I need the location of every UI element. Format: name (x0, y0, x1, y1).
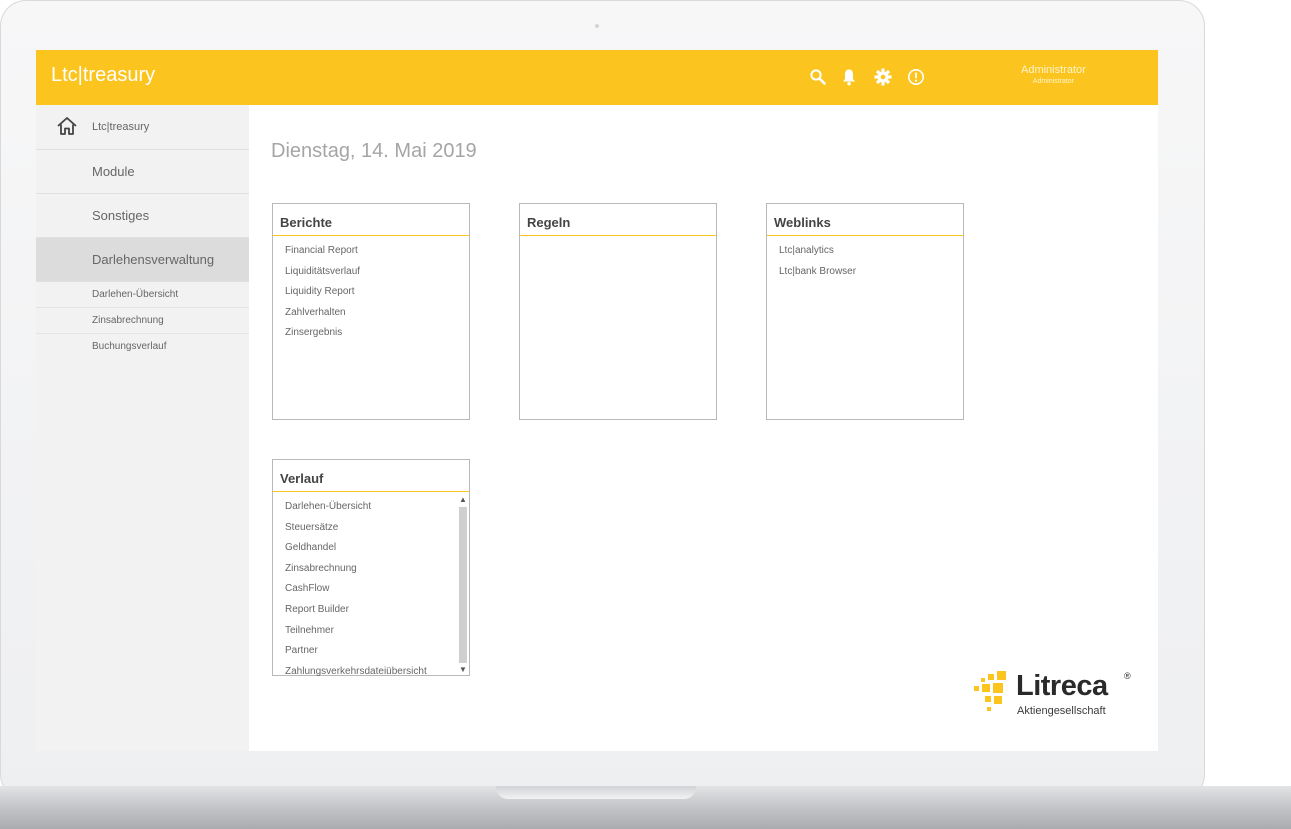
logo-mark (987, 707, 991, 711)
history-link[interactable]: Zahlungsverkehrsdateiübersicht (285, 665, 427, 686)
laptop-base-notch (496, 786, 696, 799)
report-link[interactable]: Liquidity Report (285, 285, 360, 306)
sidebar-item-module[interactable]: Module (36, 150, 249, 194)
sidebar-subitem-darlehen-uebersicht[interactable]: Darlehen-Übersicht (36, 282, 249, 308)
page-date: Dienstag, 14. Mai 2019 (271, 140, 477, 162)
user-menu[interactable]: Administrator Administrator (1021, 64, 1086, 87)
logo-mark (993, 683, 1003, 693)
logo-subtitle: Aktiengesellschaft (1017, 705, 1106, 717)
sidebar-subitem-buchungsverlauf[interactable]: Buchungsverlauf (36, 334, 249, 360)
sidebar-item-label: Module (92, 164, 135, 179)
widget-title: Berichte (280, 215, 333, 230)
widget-berichte: Berichte Financial Report Liquiditätsver… (272, 203, 470, 420)
widget-weblinks: Weblinks Ltc|analytics Ltc|bank Browser (766, 203, 964, 420)
info-icon[interactable] (904, 65, 928, 89)
history-link[interactable]: Report Builder (285, 603, 427, 624)
app-screen: Ltc|treasury Administrator Administrator (36, 50, 1158, 751)
home-icon (56, 116, 78, 141)
weblink[interactable]: Ltc|analytics (779, 244, 856, 265)
sidebar-home-label: Ltc|treasury (92, 121, 150, 133)
report-link[interactable]: Liquiditätsverlauf (285, 265, 360, 286)
report-link[interactable]: Zahlverhalten (285, 306, 360, 327)
widget-divider (273, 491, 469, 492)
bell-icon[interactable] (837, 65, 861, 89)
history-link[interactable]: Steuersätze (285, 521, 427, 542)
logo-mark (997, 671, 1006, 680)
sidebar-item-sonstiges[interactable]: Sonstiges (36, 194, 249, 238)
logo-mark (988, 674, 994, 680)
widget-divider (273, 235, 469, 236)
widget-title: Regeln (527, 215, 571, 230)
logo-mark (982, 684, 990, 692)
top-bar: Ltc|treasury Administrator Administrator (36, 50, 1158, 105)
report-link[interactable]: Zinsergebnis (285, 326, 360, 347)
scroll-up-arrow-icon[interactable]: ▲ (458, 495, 468, 505)
scroll-down-arrow-icon[interactable]: ▼ (458, 665, 468, 675)
search-icon[interactable] (806, 65, 830, 89)
sidebar-subitem-label: Darlehen-Übersicht (92, 289, 179, 300)
sidebar-subitem-zinsabrechnung[interactable]: Zinsabrechnung (36, 308, 249, 334)
widget-divider (520, 235, 716, 236)
logo-mark (985, 696, 991, 702)
history-link[interactable]: Teilnehmer (285, 624, 427, 645)
company-logo: Litreca ® Aktiengesellschaft (966, 670, 1146, 720)
logo-mark (994, 696, 1002, 704)
logo-registered-mark: ® (1124, 671, 1131, 681)
widget-divider (767, 235, 963, 236)
app-title[interactable]: Ltc|treasury (51, 64, 155, 87)
widget-list: Ltc|analytics Ltc|bank Browser (779, 244, 856, 285)
logo-mark (974, 686, 979, 691)
sidebar-item-label: Sonstiges (92, 208, 150, 223)
logo-name: Litreca (1016, 670, 1108, 702)
user-name: Administrator (1021, 64, 1086, 76)
logo-mark (981, 678, 985, 682)
sidebar-item-home[interactable]: Ltc|treasury (36, 105, 249, 150)
sidebar-item-label: Darlehensverwaltung (92, 252, 215, 267)
widget-title: Verlauf (280, 471, 324, 486)
widget-list: Darlehen-Übersicht Steuersätze Geldhande… (285, 500, 427, 685)
verlauf-scrollbar[interactable]: ▲ ▼ (458, 495, 468, 677)
scroll-thumb[interactable] (459, 507, 467, 663)
widget-title: Weblinks (774, 215, 831, 230)
widget-regeln: Regeln (519, 203, 717, 420)
user-role: Administrator (1032, 78, 1075, 85)
history-link[interactable]: CashFlow (285, 582, 427, 603)
camera (595, 24, 599, 28)
widget-list: Financial Report Liquiditätsverlauf Liqu… (285, 244, 360, 347)
sidebar-subitem-label: Zinsabrechnung (92, 315, 164, 326)
history-link[interactable]: Partner (285, 644, 427, 665)
report-link[interactable]: Financial Report (285, 244, 360, 265)
sidebar: Ltc|treasury Module Sonstiges Darlehensv… (36, 105, 249, 751)
sidebar-item-darlehensverwaltung[interactable]: Darlehensverwaltung (36, 238, 249, 282)
gear-icon[interactable] (871, 65, 895, 89)
widget-verlauf: Verlauf Darlehen-Übersicht Steuersätze G… (272, 459, 470, 677)
history-link[interactable]: Geldhandel (285, 541, 427, 562)
history-link[interactable]: Darlehen-Übersicht (285, 500, 427, 521)
weblink[interactable]: Ltc|bank Browser (779, 265, 856, 286)
history-link[interactable]: Zinsabrechnung (285, 562, 427, 583)
sidebar-subitem-label: Buchungsverlauf (92, 341, 167, 352)
